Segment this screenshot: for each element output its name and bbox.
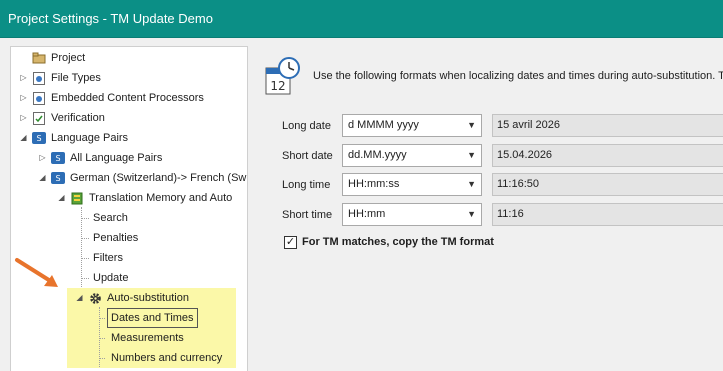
short-date-label: Short date [282, 150, 333, 162]
language-pair-icon: S [51, 152, 65, 165]
annotation-arrow [15, 258, 58, 287]
settings-tree[interactable]: Project ▷ File Types ▷ Embedded Content … [10, 46, 248, 371]
svg-text:12: 12 [270, 79, 285, 93]
short-time-label: Short time [282, 209, 333, 221]
tree-item-project[interactable]: Project [19, 49, 85, 67]
translation-memory-icon [70, 192, 84, 205]
tree-item-update[interactable]: Update [81, 269, 128, 287]
long-time-combo[interactable]: HH:mm:ss ▼ [342, 173, 482, 196]
window-title: Project Settings - TM Update Demo [0, 0, 723, 38]
tree-item-auto-substitution[interactable]: ◢ Auto-substitution [75, 289, 189, 307]
tree-item-verification[interactable]: ▷ Verification [19, 109, 105, 127]
settings-page-icon [32, 71, 46, 85]
long-date-label: Long date [282, 120, 331, 132]
chevron-down-icon[interactable]: ▼ [467, 209, 476, 219]
tree-item-file-types[interactable]: ▷ File Types [19, 69, 101, 87]
gear-icon [88, 292, 102, 305]
tree-item-numbers-and-currency[interactable]: Numbers and currency [99, 349, 222, 367]
settings-page-icon [32, 91, 46, 105]
expand-icon[interactable]: ▷ [19, 109, 28, 127]
intro-text: Use the following formats when localizin… [313, 70, 723, 82]
svg-text:S: S [36, 134, 41, 143]
short-time-combo[interactable]: HH:mm ▼ [342, 203, 482, 226]
language-pair-icon: S [32, 132, 46, 145]
project-icon [32, 52, 46, 65]
collapse-icon[interactable]: ◢ [75, 289, 84, 307]
chevron-down-icon[interactable]: ▼ [467, 179, 476, 189]
collapse-icon[interactable]: ◢ [19, 129, 28, 147]
tree-item-all-language-pairs[interactable]: ▷ S All Language Pairs [38, 149, 162, 167]
expand-icon[interactable]: ▷ [19, 69, 28, 87]
chevron-down-icon[interactable]: ▼ [467, 120, 476, 130]
long-date-preview: 15 avril 2026 [492, 114, 723, 137]
tree-item-penalties[interactable]: Penalties [81, 229, 138, 247]
expand-icon[interactable]: ▷ [38, 149, 47, 167]
long-time-label: Long time [282, 179, 331, 191]
short-time-preview: 11:16 [492, 203, 723, 226]
copy-tm-format-checkbox[interactable]: ✓ [284, 236, 297, 249]
short-date-combo[interactable]: dd.MM.yyyy ▼ [342, 144, 482, 167]
svg-text:S: S [55, 154, 60, 163]
tree-item-measurements[interactable]: Measurements [99, 329, 184, 347]
tree-item-embedded-content[interactable]: ▷ Embedded Content Processors [19, 89, 204, 107]
copy-tm-format-label[interactable]: For TM matches, copy the TM format [302, 236, 494, 248]
tree-item-search[interactable]: Search [81, 209, 128, 227]
expand-icon[interactable]: ▷ [19, 89, 28, 107]
tree-item-dates-and-times[interactable]: Dates and Times [99, 308, 198, 328]
svg-text:S: S [55, 174, 60, 183]
chevron-down-icon[interactable]: ▼ [467, 150, 476, 160]
tree-item-language-pairs[interactable]: ◢ S Language Pairs [19, 129, 128, 147]
short-date-preview: 15.04.2026 [492, 144, 723, 167]
collapse-icon[interactable]: ◢ [57, 189, 66, 207]
verification-icon [32, 111, 46, 125]
collapse-icon[interactable]: ◢ [38, 169, 47, 187]
long-time-preview: 11:16:50 [492, 173, 723, 196]
tree-item-filters[interactable]: Filters [81, 249, 123, 267]
language-pair-icon: S [51, 172, 65, 185]
long-date-combo[interactable]: d MMMM yyyy ▼ [342, 114, 482, 137]
tree-item-german-french[interactable]: ◢ S German (Switzerland)-> French (Sw [38, 169, 246, 187]
calendar-clock-icon: 12 [265, 57, 300, 95]
tree-item-translation-memory[interactable]: ◢ Translation Memory and Auto [57, 189, 232, 207]
